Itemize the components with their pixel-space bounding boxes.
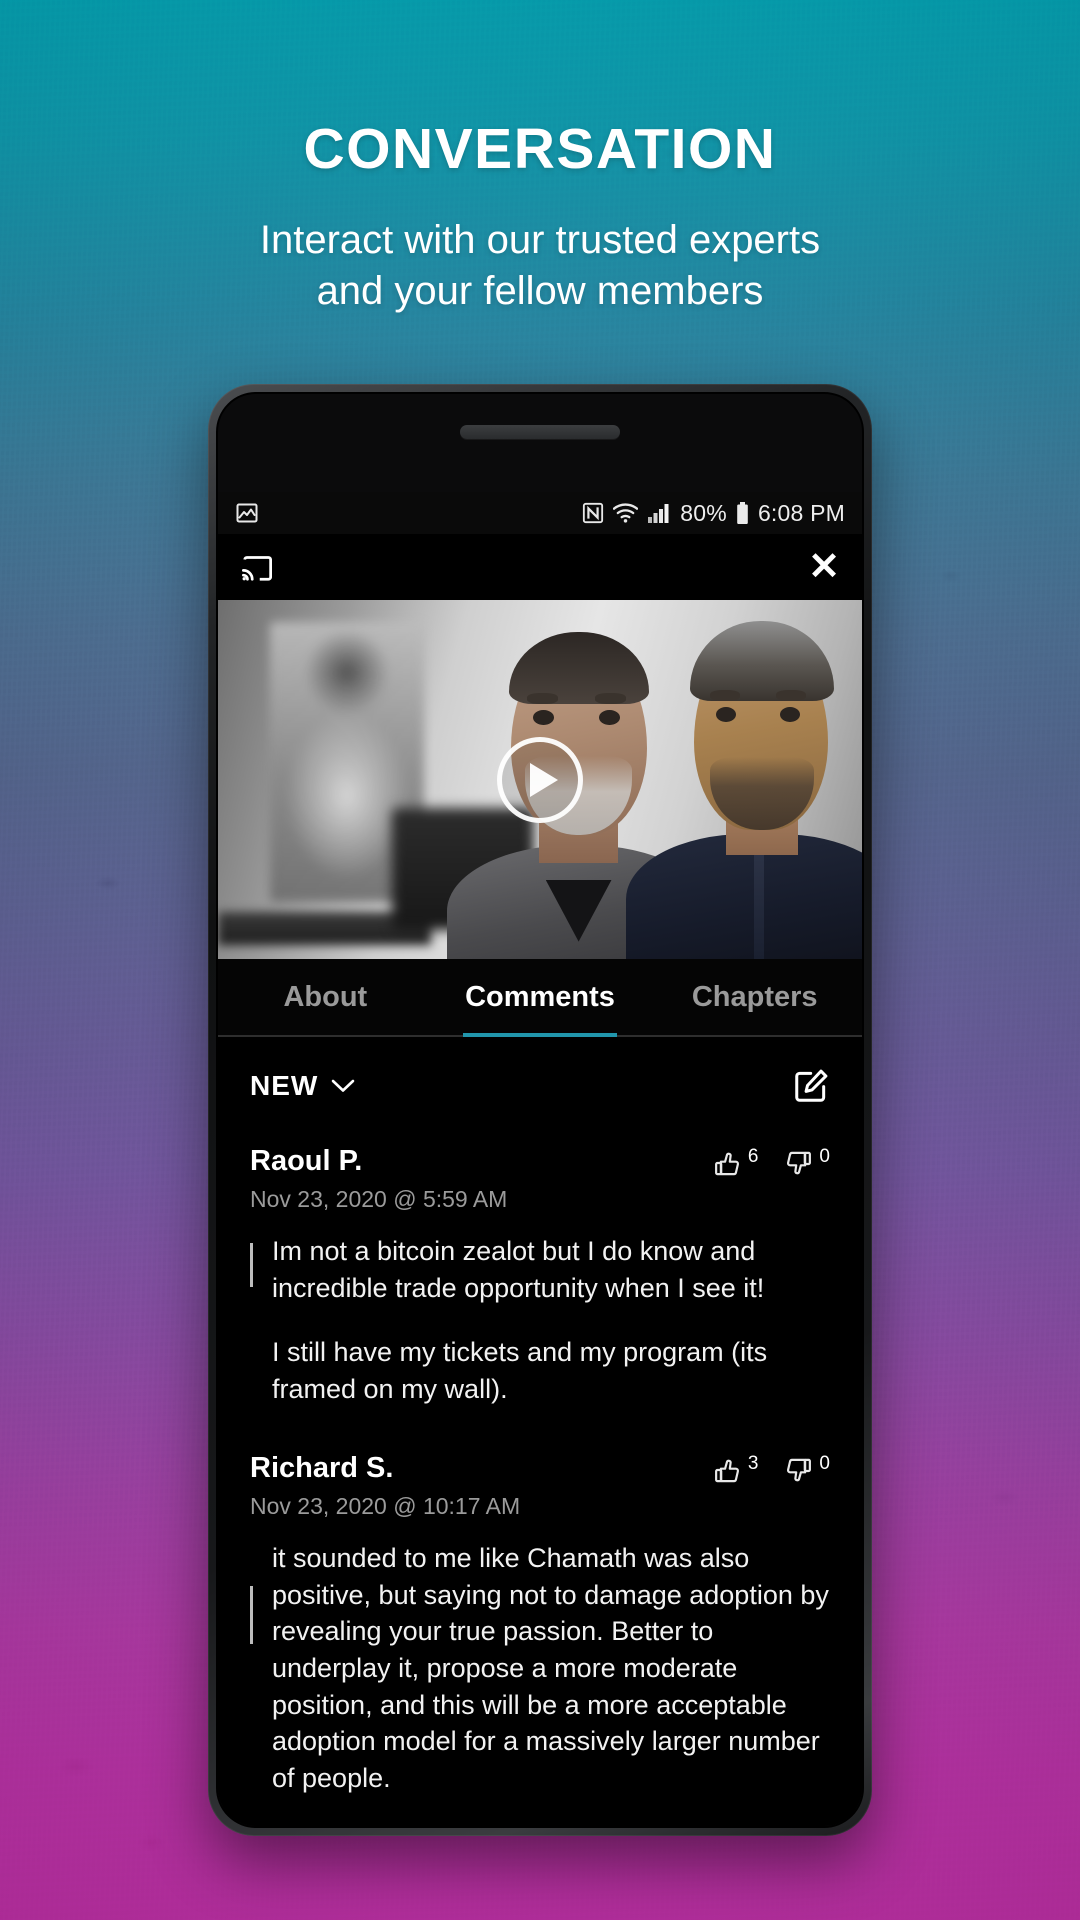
promo-subtitle: Interact with our trusted experts and yo… [0, 215, 1080, 317]
upvote-button[interactable]: 6 [713, 1146, 759, 1178]
comment-author: Richard S. [250, 1451, 394, 1484]
downvote-button[interactable]: 0 [784, 1452, 830, 1485]
upvote-count: 3 [747, 1452, 759, 1474]
phone-screen: 80% 6:08 PM ✕ About Comments Chapters NE… [216, 392, 864, 1828]
compose-icon[interactable] [792, 1067, 830, 1105]
video-thumbnail[interactable] [218, 600, 862, 959]
upvote-count: 6 [747, 1146, 759, 1167]
downvote-button[interactable]: 0 [784, 1146, 830, 1178]
clock-label: 6:08 PM [757, 499, 845, 526]
comment-paragraph: it sounded to me like Chamath was also p… [272, 1542, 829, 1794]
cast-icon[interactable] [240, 552, 274, 582]
battery-icon [736, 501, 749, 525]
comment-paragraph: I still have my tickets and my program (… [272, 1337, 768, 1405]
comment-item[interactable]: Richard S. 3 0 Nov 23, 2020 @ 10:17 AM i… [218, 1408, 862, 1797]
tab-about[interactable]: About [218, 959, 433, 1035]
comment-quote-bar [250, 1243, 253, 1287]
comment-author: Raoul P. [250, 1145, 363, 1177]
sort-order-label[interactable]: NEW [250, 1070, 318, 1102]
battery-percent-label: 80% [680, 499, 727, 526]
comment-quote-bar [250, 1585, 253, 1644]
promo-subtitle-line-1: Interact with our trusted experts [259, 217, 821, 262]
tab-chapters[interactable]: Chapters [647, 959, 862, 1035]
phone-device-frame: 80% 6:08 PM ✕ About Comments Chapters NE… [208, 384, 872, 1836]
comments-sort-row: NEW [218, 1037, 862, 1123]
earpiece-speaker-grille [460, 425, 620, 439]
comment-item[interactable]: Raoul P. 6 0 Nov 23, 2020 @ 5:59 AM Im n… [218, 1123, 862, 1408]
comment-vote-controls: 3 0 [713, 1452, 830, 1485]
nfc-icon [582, 502, 604, 524]
comment-timestamp: Nov 23, 2020 @ 5:59 AM [250, 1186, 508, 1212]
upvote-button[interactable]: 3 [713, 1452, 759, 1485]
comment-body: Im not a bitcoin zealot but I do know an… [250, 1233, 830, 1408]
status-bar: 80% 6:08 PM [218, 492, 862, 534]
page-title: CONVERSATION [303, 117, 777, 181]
comment-body: it sounded to me like Chamath was also p… [250, 1540, 830, 1797]
cellular-signal-icon [647, 502, 671, 524]
chevron-down-icon[interactable] [330, 1077, 356, 1095]
comment-timestamp: Nov 23, 2020 @ 10:17 AM [250, 1492, 521, 1519]
comment-header: Richard S. 3 0 [250, 1452, 830, 1485]
comments-panel[interactable]: NEW Raoul P. 6 0 Nov 23, 2020 @ 5:59 AM … [218, 1037, 862, 1826]
image-icon [235, 501, 259, 525]
content-tabs: About Comments Chapters [218, 959, 862, 1037]
wifi-icon [613, 502, 639, 524]
play-icon[interactable] [497, 736, 583, 823]
speaker-right-figure [626, 611, 862, 959]
comment-vote-controls: 6 0 [713, 1145, 830, 1178]
promo-text-block: CONVERSATION Interact with our trusted e… [0, 118, 1080, 317]
close-icon[interactable]: ✕ [808, 548, 840, 586]
downvote-count: 0 [819, 1146, 830, 1167]
video-player-toolbar: ✕ [218, 534, 862, 600]
downvote-count: 0 [819, 1452, 830, 1474]
tab-comments[interactable]: Comments [433, 959, 648, 1037]
comment-header: Raoul P. 6 0 [250, 1145, 830, 1178]
comment-paragraph: Im not a bitcoin zealot but I do know an… [272, 1236, 765, 1303]
promo-subtitle-line-2: and your fellow members [316, 268, 764, 313]
